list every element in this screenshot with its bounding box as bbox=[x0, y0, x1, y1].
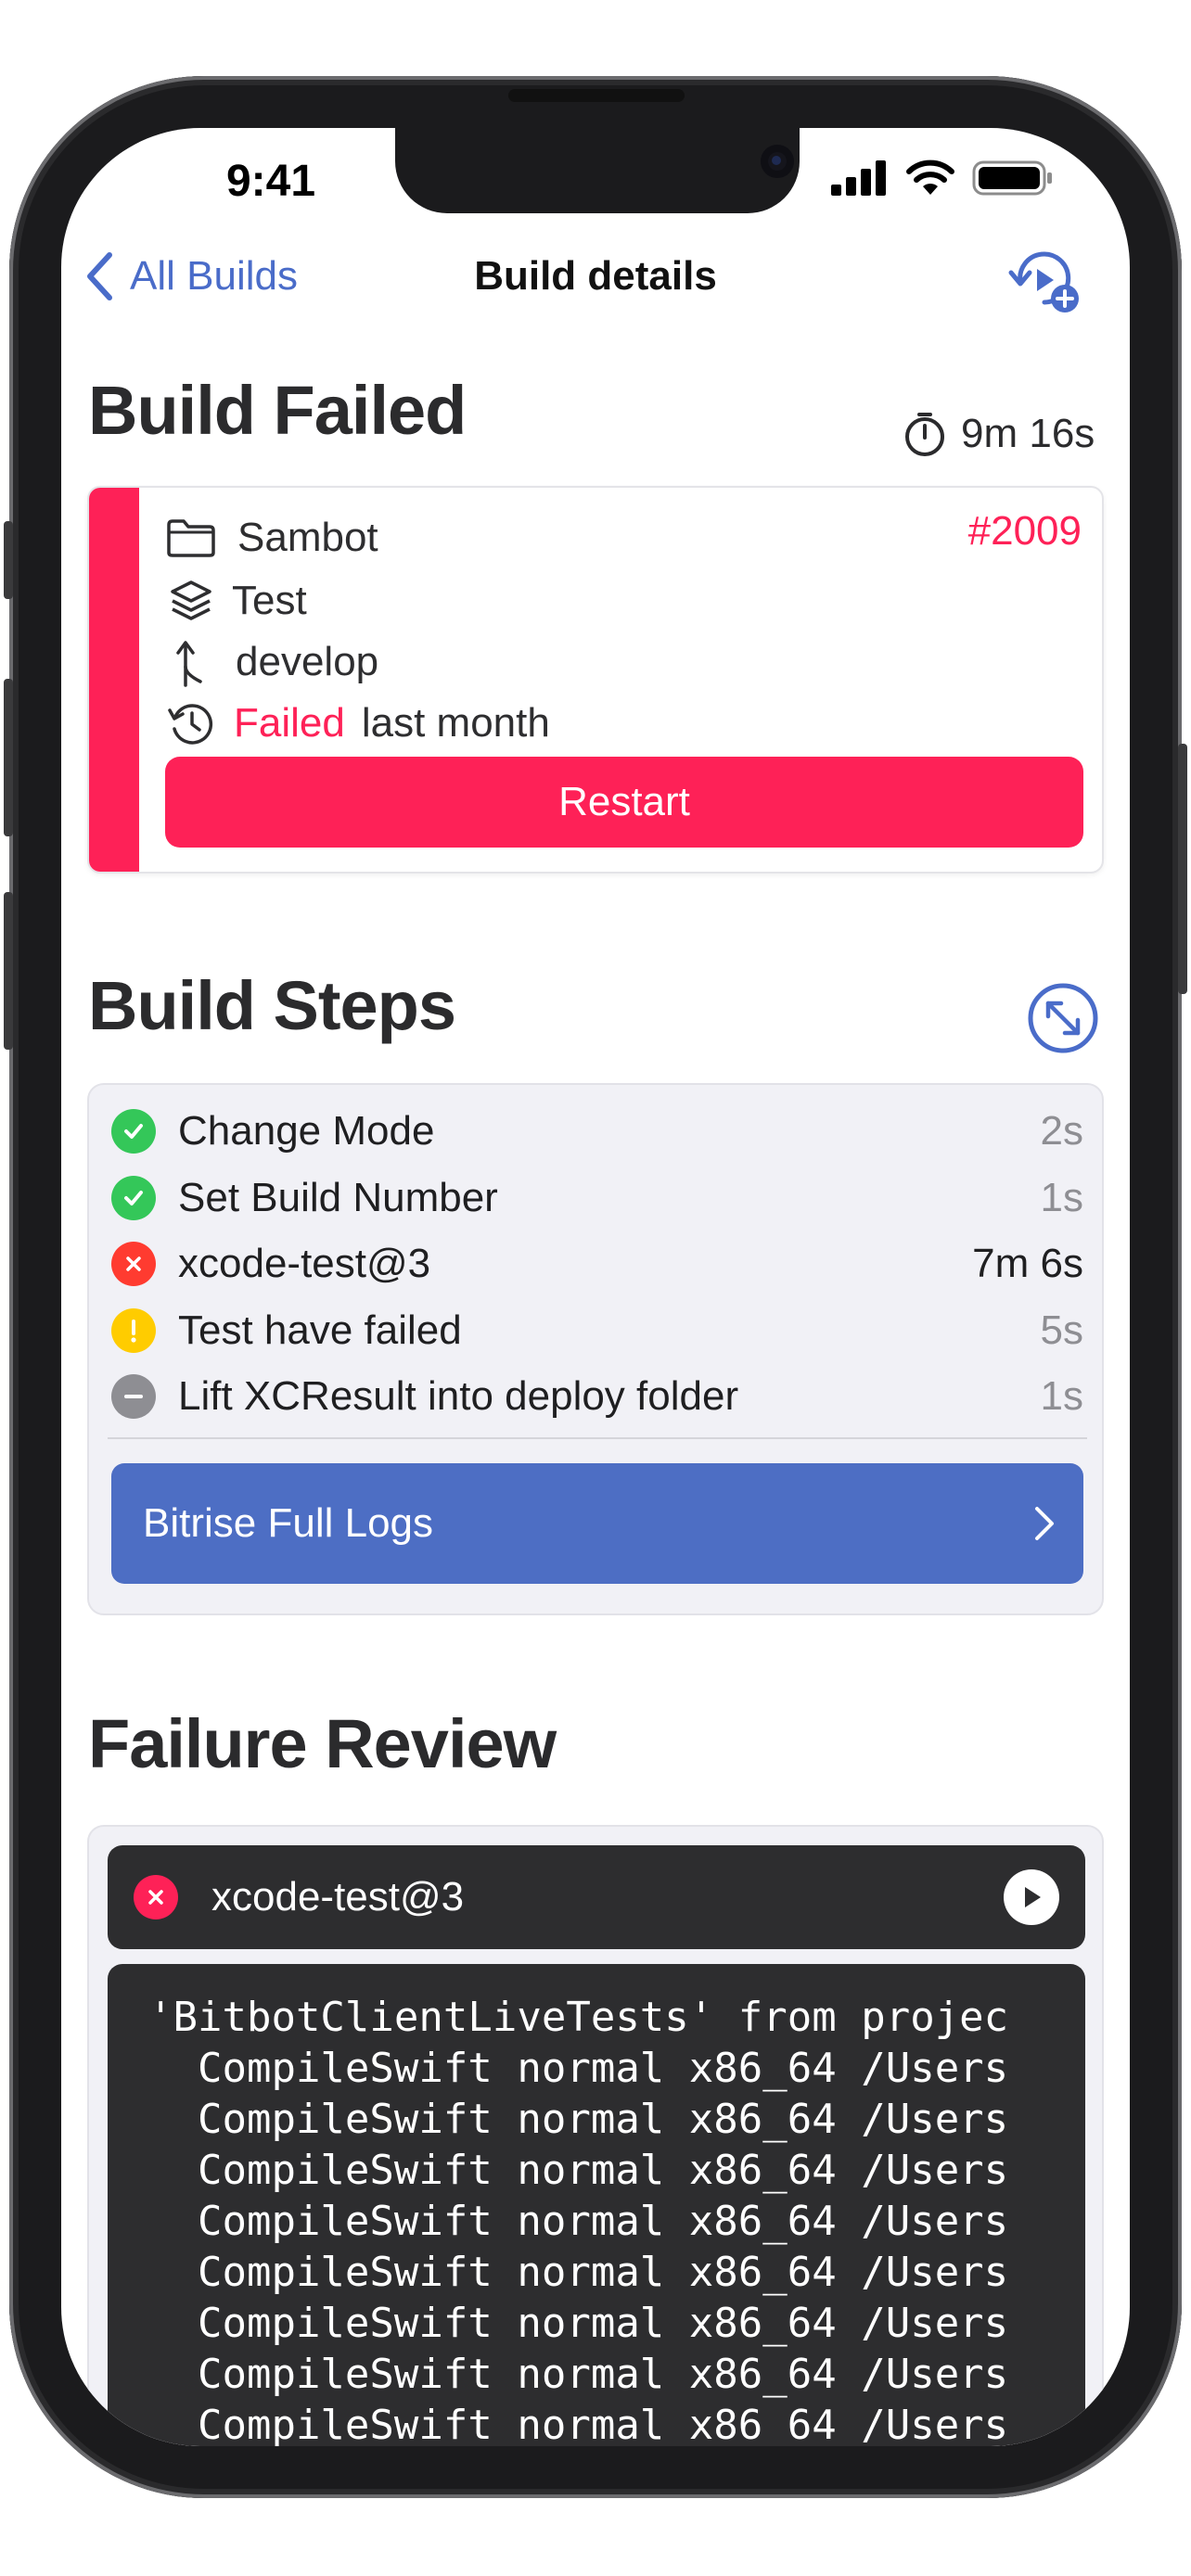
branch-row: develop bbox=[165, 634, 378, 690]
step-name: xcode-test@3 bbox=[178, 1241, 431, 1286]
warning-icon bbox=[111, 1308, 156, 1353]
divider bbox=[108, 1437, 1087, 1439]
build-number: #2009 bbox=[967, 508, 1082, 554]
skipped-icon bbox=[111, 1374, 156, 1419]
chevron-left-icon bbox=[87, 252, 112, 300]
failed-icon bbox=[134, 1875, 178, 1919]
log-line: CompileSwift normal x86_64 /Users bbox=[148, 2351, 1009, 2398]
success-icon bbox=[111, 1176, 156, 1220]
step-time: 1s bbox=[1040, 1175, 1083, 1220]
back-label: All Builds bbox=[130, 253, 298, 299]
step-time: 1s bbox=[1040, 1373, 1083, 1419]
failure-review-heading: Failure Review bbox=[88, 1705, 557, 1782]
chevron-right-icon bbox=[1035, 1507, 1054, 1540]
earpiece-speaker bbox=[508, 89, 685, 102]
log-line: CompileSwift normal x86_64 /Users bbox=[148, 2096, 1009, 2143]
status-label: Failed bbox=[234, 700, 345, 746]
step-row[interactable]: Change Mode 2s bbox=[111, 1102, 1083, 1161]
status-row: Failed last month bbox=[165, 695, 550, 751]
silent-switch bbox=[4, 521, 13, 599]
expand-icon bbox=[1028, 983, 1098, 1053]
status-time: 9:41 bbox=[225, 157, 316, 206]
workflow-name: Test bbox=[232, 578, 307, 623]
power-button bbox=[1178, 744, 1187, 994]
back-button[interactable]: All Builds bbox=[85, 239, 298, 313]
branch-icon bbox=[176, 641, 202, 687]
build-steps-heading: Build Steps bbox=[88, 967, 456, 1044]
step-name: Set Build Number bbox=[178, 1175, 498, 1220]
play-button[interactable] bbox=[1004, 1869, 1059, 1925]
notch bbox=[395, 128, 800, 213]
layers-icon bbox=[171, 580, 211, 620]
log-line: CompileSwift normal x86_64 /Users bbox=[148, 2147, 1009, 2194]
volume-up-button bbox=[4, 679, 13, 836]
battery-icon bbox=[972, 160, 1052, 196]
log-line: CompileSwift normal x86_64 /Users bbox=[148, 2249, 1009, 2296]
app-name: Sambot bbox=[237, 515, 378, 560]
log-line: CompileSwift normal x86_64 /Users bbox=[148, 2045, 1009, 2092]
phone-screen: 9:41 All Builds Build details Build Fail… bbox=[61, 128, 1130, 2446]
navigation-bar: All Builds Build details bbox=[61, 239, 1130, 313]
branch-name: develop bbox=[236, 639, 379, 684]
restart-button[interactable]: Restart bbox=[165, 757, 1083, 848]
step-time: 5s bbox=[1040, 1307, 1083, 1353]
restart-schedule-button[interactable] bbox=[1007, 245, 1085, 315]
step-row[interactable]: Set Build Number 1s bbox=[111, 1168, 1083, 1228]
stopwatch-icon bbox=[905, 413, 944, 456]
wifi-icon bbox=[906, 159, 954, 195]
history-icon bbox=[168, 704, 213, 745]
step-name: Change Mode bbox=[178, 1108, 435, 1154]
step-name: Lift XCResult into deploy folder bbox=[178, 1373, 739, 1419]
build-steps-card: Change Mode 2s Set Build Number 1s xcode… bbox=[87, 1083, 1104, 1615]
log-line: CompileSwift normal x86_64 /Users bbox=[148, 2402, 1009, 2446]
build-duration: 9m 16s bbox=[903, 406, 1095, 462]
failed-step-header[interactable]: xcode-test@3 bbox=[108, 1845, 1085, 1949]
status-icons bbox=[831, 159, 1054, 197]
volume-down-button bbox=[4, 892, 13, 1050]
duration-value: 9m 16s bbox=[961, 411, 1095, 456]
full-logs-label: Bitrise Full Logs bbox=[143, 1500, 434, 1546]
relative-time: last month bbox=[361, 700, 550, 746]
folder-icon bbox=[167, 519, 215, 557]
failed-step-name: xcode-test@3 bbox=[211, 1874, 465, 1919]
step-time: 7m 6s bbox=[972, 1241, 1083, 1286]
full-logs-button[interactable]: Bitrise Full Logs bbox=[111, 1463, 1083, 1584]
step-row[interactable]: Test have failed 5s bbox=[111, 1301, 1083, 1360]
log-output: 'BitbotClientLiveTests' from projec Comp… bbox=[108, 1964, 1085, 2446]
success-icon bbox=[111, 1109, 156, 1154]
restart-schedule-icon bbox=[1008, 251, 1079, 312]
status-accent-bar bbox=[89, 488, 139, 872]
front-camera bbox=[761, 145, 794, 178]
play-icon bbox=[1025, 1887, 1041, 1907]
log-line: 'BitbotClientLiveTests' from projec bbox=[148, 1994, 1009, 2041]
app-row: Sambot bbox=[165, 510, 378, 566]
step-time: 2s bbox=[1040, 1108, 1083, 1154]
cellular-signal-icon bbox=[831, 160, 886, 196]
failure-review-card: xcode-test@3 'BitbotClientLiveTests' fro… bbox=[87, 1825, 1104, 2446]
build-summary-card: Sambot #2009 Test develop Failed last mo… bbox=[87, 486, 1104, 874]
failed-icon bbox=[111, 1242, 156, 1286]
page-title: Build Failed bbox=[88, 372, 467, 449]
step-row[interactable]: Lift XCResult into deploy folder 1s bbox=[111, 1367, 1083, 1426]
step-name: Test have failed bbox=[178, 1307, 462, 1353]
expand-steps-button[interactable] bbox=[1026, 981, 1100, 1055]
log-line: CompileSwift normal x86_64 /Users bbox=[148, 2198, 1009, 2245]
log-line: CompileSwift normal x86_64 /Users bbox=[148, 2300, 1009, 2347]
step-row[interactable]: xcode-test@3 7m 6s bbox=[111, 1234, 1083, 1294]
workflow-row: Test bbox=[165, 573, 307, 629]
